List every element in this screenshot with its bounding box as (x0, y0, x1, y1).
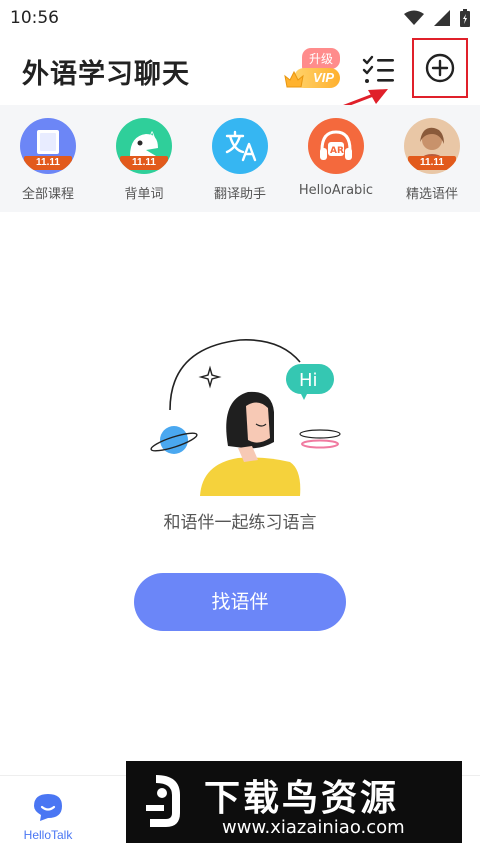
add-button[interactable] (412, 38, 468, 98)
book-icon: 11.11 (20, 118, 76, 174)
checklist-button[interactable] (362, 54, 396, 86)
status-bar: 10:56 (0, 0, 480, 36)
chat-bubble-icon (34, 794, 62, 821)
speech-bubble-text: Hi (299, 370, 318, 391)
shortcut-translator[interactable]: 翻译助手 (192, 105, 288, 212)
nav-tab-label: HelloTalk (23, 828, 73, 842)
bird-logo-icon (146, 775, 180, 827)
sale-tag: 11.11 (120, 156, 168, 170)
empty-state-illustration: Hi (140, 330, 350, 496)
page-title: 外语学习聊天 (22, 59, 190, 90)
shortcut-selected-partners[interactable]: 11.11 精选语伴 (384, 105, 480, 212)
translate-icon (212, 118, 268, 174)
status-time: 10:56 (10, 8, 59, 28)
shortcut-label: 精选语伴 (405, 187, 458, 202)
ar-headphone-icon: AR (308, 118, 364, 174)
svg-text:AR: AR (330, 146, 344, 156)
shortcut-label: 全部课程 (21, 187, 74, 202)
partner-avatar-icon: 11.11 (404, 118, 460, 174)
shortcut-helloarabic[interactable]: AR HelloArabic (288, 105, 384, 212)
shortcut-vocabulary[interactable]: A 11.11 背单词 (96, 105, 192, 212)
nav-tab-hellotalk[interactable]: HelloTalk (12, 792, 84, 842)
plus-circle-icon (425, 53, 455, 83)
status-icons (404, 9, 470, 27)
signal-icon (434, 10, 450, 26)
svg-text:A: A (149, 131, 156, 141)
shortcut-label: 翻译助手 (213, 187, 266, 202)
header: 外语学习聊天 升级 VIP (0, 36, 480, 104)
checklist-icon (362, 55, 394, 83)
shortcut-strip: 11.11 全部课程 A 11.11 背单词 翻译助手 AR HelloArab… (0, 105, 480, 212)
shortcut-all-courses[interactable]: 11.11 全部课程 (0, 105, 96, 212)
vip-upgrade-label: 升级 (302, 48, 341, 69)
sale-tag: 11.11 (408, 156, 456, 170)
battery-icon (460, 9, 470, 27)
wifi-icon (404, 10, 424, 25)
watermark-overlay: 下载鸟资源 www.xiazainiao.com (126, 761, 462, 843)
watermark-title: 下载鸟资源 (204, 778, 400, 819)
shortcut-label: HelloArabic (298, 183, 374, 198)
find-partner-button[interactable]: 找语伴 (134, 573, 346, 631)
word-monster-icon: A 11.11 (116, 118, 172, 174)
watermark-url: www.xiazainiao.com (222, 817, 405, 838)
sale-tag: 11.11 (24, 156, 72, 170)
shortcut-label: 背单词 (124, 187, 164, 202)
empty-state-message: 和语伴一起练习语言 (163, 513, 317, 533)
